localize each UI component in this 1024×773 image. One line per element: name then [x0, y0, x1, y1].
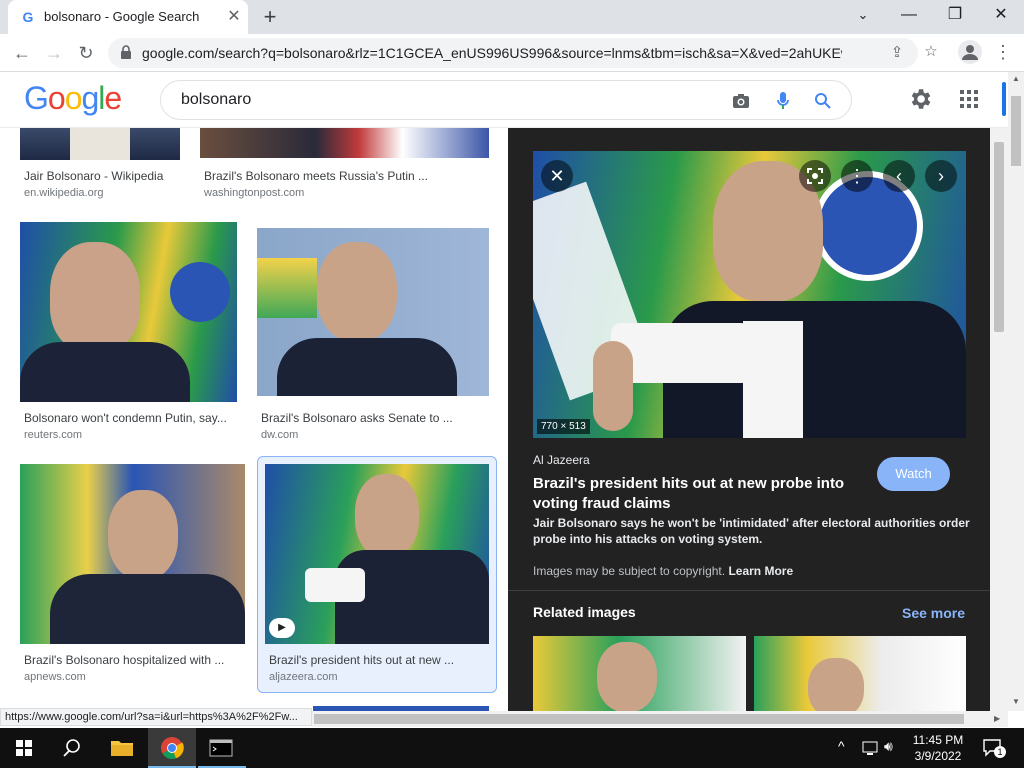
browser-toolbar: ← → ↻ google.com/search?q=bolsonaro&rlz=…	[0, 34, 1024, 72]
reload-icon[interactable]: ↻	[72, 40, 100, 66]
page-scrollbar[interactable]: ▲ ▼	[1008, 72, 1024, 711]
learn-more-link[interactable]: Learn More	[728, 564, 793, 578]
share-icon[interactable]: ⇪	[884, 40, 910, 66]
new-tab-icon[interactable]: +	[258, 5, 282, 29]
notifications-icon[interactable]: 1	[982, 738, 1006, 758]
result-caption[interactable]: Bolsonaro won't condemn Putin, say...	[24, 411, 227, 425]
result-source: dw.com	[261, 429, 299, 441]
result-thumbnail[interactable]	[20, 464, 245, 644]
image-preview-panel: 770 × 513 ✕ ⋮ ‹ › Al Jazeera Brazil's pr…	[508, 128, 990, 711]
clock-time: 11:45 PM	[912, 733, 964, 747]
panel-scrollbar-thumb[interactable]	[994, 142, 1004, 332]
scroll-right-icon[interactable]: ▶	[994, 711, 1006, 727]
related-images-title: Related images	[533, 604, 636, 620]
divider	[508, 590, 990, 591]
tab-title: bolsonaro - Google Search	[44, 9, 200, 24]
more-options-icon[interactable]: ⋮	[841, 160, 873, 192]
result-source: washingtonpost.com	[204, 187, 305, 199]
scroll-up-icon[interactable]: ▲	[1010, 72, 1022, 86]
apps-grid-icon[interactable]	[958, 88, 980, 110]
taskbar-search-icon[interactable]	[48, 728, 96, 768]
chrome-taskbar-icon[interactable]	[148, 728, 196, 768]
image-dimensions: 770 × 513	[537, 419, 590, 434]
result-thumbnail[interactable]	[20, 222, 237, 402]
result-caption[interactable]: Brazil's Bolsonaro hospitalized with ...	[24, 653, 224, 667]
google-logo[interactable]: Google	[24, 80, 122, 117]
chrome-menu-icon[interactable]: ⋮	[990, 39, 1016, 65]
next-image-icon[interactable]: ›	[925, 160, 957, 192]
publisher-name[interactable]: Al Jazeera	[533, 453, 590, 467]
scroll-down-icon[interactable]: ▼	[1010, 695, 1022, 709]
volume-icon[interactable]: 🔊︎	[884, 738, 893, 755]
related-image[interactable]	[533, 636, 746, 711]
close-panel-icon[interactable]: ✕	[541, 160, 573, 192]
result-source: apnews.com	[24, 671, 86, 683]
status-bar-url: https://www.google.com/url?sa=i&url=http…	[0, 708, 312, 726]
tab-close-icon[interactable]: ✕	[224, 7, 244, 27]
lock-icon	[121, 45, 131, 59]
tab-active[interactable]: G bolsonaro - Google Search ✕	[8, 0, 248, 34]
minimize-icon[interactable]: —	[886, 0, 932, 30]
result-thumbnail[interactable]	[257, 228, 489, 396]
tray-overflow-icon[interactable]: ^	[838, 738, 845, 754]
result-source: aljazeera.com	[269, 671, 338, 683]
panel-scrollbar[interactable]	[990, 128, 1008, 711]
bookmark-star-icon[interactable]: ☆	[918, 39, 944, 65]
previous-image-icon[interactable]: ‹	[883, 160, 915, 192]
result-thumbnail[interactable]: ▶	[265, 464, 489, 644]
see-more-link[interactable]: See more	[902, 605, 965, 621]
camera-search-icon[interactable]	[729, 89, 753, 113]
related-image[interactable]	[754, 636, 966, 711]
address-bar[interactable]: google.com/search?q=bolsonaro&rlz=1C1GCE…	[108, 38, 918, 68]
forward-icon[interactable]: →	[40, 40, 68, 66]
result-source: reuters.com	[24, 429, 83, 441]
result-source: en.wikipedia.org	[24, 187, 104, 199]
google-header: Google bolsonaro	[0, 72, 1008, 128]
lens-search-icon[interactable]	[799, 160, 831, 192]
result-caption[interactable]: Brazil's Bolsonaro asks Senate to ...	[261, 411, 453, 425]
search-icon[interactable]	[811, 89, 835, 113]
account-indicator	[1002, 82, 1006, 116]
copyright-notice: Images may be subject to copyright. Lear…	[533, 564, 793, 578]
watch-button[interactable]: Watch	[877, 457, 950, 491]
result-thumbnail[interactable]	[200, 128, 489, 158]
description: Jair Bolsonaro says he won't be 'intimid…	[533, 516, 970, 546]
clock-date: 3/9/2022	[914, 749, 962, 763]
search-box[interactable]: bolsonaro	[160, 80, 852, 120]
tab-strip: G bolsonaro - Google Search ✕ + ⌄ — ❐ ✕	[0, 0, 1024, 34]
horizontal-scrollbar[interactable]: ▶	[312, 711, 1008, 727]
restore-icon[interactable]: ❐	[932, 0, 978, 30]
url-text: google.com/search?q=bolsonaro&rlz=1C1GCE…	[142, 45, 842, 61]
file-explorer-icon[interactable]	[98, 728, 146, 768]
video-play-icon: ▶	[269, 618, 295, 638]
headline[interactable]: Brazil's president hits out at new probe…	[533, 474, 853, 514]
settings-gear-icon[interactable]	[907, 86, 933, 112]
image-results-grid: Jair Bolsonaro - Wikipedia en.wikipedia.…	[0, 128, 508, 711]
network-icon[interactable]	[860, 738, 880, 758]
tab-search-icon[interactable]: ⌄	[840, 0, 886, 30]
search-input[interactable]: bolsonaro	[181, 91, 251, 109]
result-caption[interactable]: Brazil's Bolsonaro meets Russia's Putin …	[204, 169, 428, 183]
preview-image[interactable]: 770 × 513	[533, 151, 966, 438]
horizontal-scrollbar-thumb[interactable]	[314, 714, 964, 724]
profile-avatar-icon[interactable]	[958, 40, 982, 64]
result-thumbnail[interactable]	[20, 128, 180, 160]
google-favicon-icon: G	[22, 9, 34, 25]
page-scrollbar-thumb[interactable]	[1011, 96, 1021, 166]
window-close-icon[interactable]: ✕	[978, 0, 1024, 30]
windows-start-icon[interactable]	[0, 728, 48, 768]
microphone-icon[interactable]	[771, 89, 795, 113]
notification-count: 1	[994, 746, 1006, 758]
taskbar-clock[interactable]: 11:45 PM 3/9/2022	[905, 732, 971, 764]
copyright-text: Images may be subject to copyright.	[533, 564, 726, 578]
terminal-icon[interactable]	[198, 728, 246, 768]
result-caption[interactable]: Brazil's president hits out at new ...	[269, 653, 454, 667]
back-icon[interactable]: ←	[8, 40, 36, 66]
result-caption[interactable]: Jair Bolsonaro - Wikipedia	[24, 169, 163, 183]
windows-taskbar: ^ 🔊︎ 11:45 PM 3/9/2022 1	[0, 728, 1024, 768]
